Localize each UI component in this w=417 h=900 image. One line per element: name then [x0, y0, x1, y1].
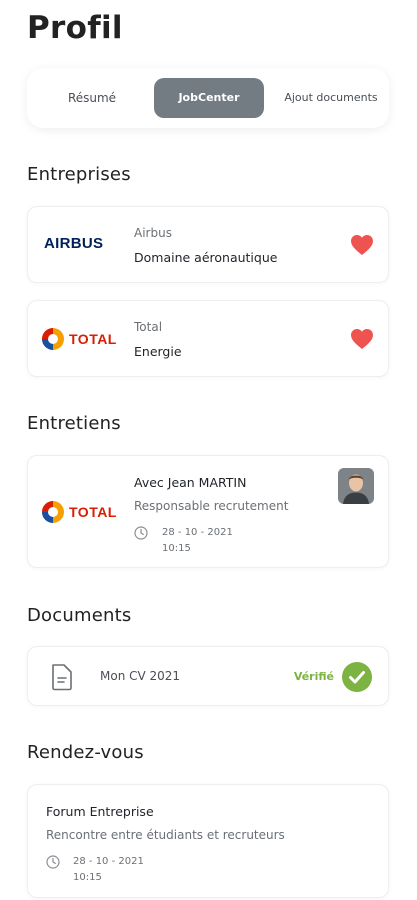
interview-card[interactable]: TOTAL Avec Jean MARTIN Responsable recru… — [27, 455, 389, 568]
total-logo-mark — [42, 328, 64, 350]
company-card-airbus[interactable]: AIRBUS Airbus Domaine aéronautique — [27, 206, 389, 283]
check-icon — [342, 662, 372, 692]
section-title-interviews: Entretiens — [27, 413, 121, 434]
document-icon — [52, 664, 72, 691]
page-title: Profil — [27, 10, 123, 46]
total-logo: TOTAL — [40, 499, 117, 525]
tab-jobcenter[interactable]: JobCenter — [154, 78, 264, 118]
total-logo-text: TOTAL — [69, 504, 117, 520]
interview-role: Responsable recrutement — [134, 499, 289, 513]
section-title-appointments: Rendez-vous — [27, 742, 144, 763]
avatar[interactable] — [338, 468, 374, 504]
document-status: Vérifié — [293, 670, 334, 683]
company-card-total[interactable]: TOTAL Total Energie — [27, 300, 389, 377]
company-domain: Energie — [134, 344, 182, 359]
interview-with: Avec Jean MARTIN — [134, 475, 247, 490]
total-logo: TOTAL — [40, 326, 117, 352]
company-name: Airbus — [134, 226, 172, 240]
appointment-description: Rencontre entre étudiants et recruteurs — [46, 828, 285, 842]
heart-icon[interactable] — [350, 328, 374, 350]
clock-icon — [134, 526, 148, 540]
appointment-title: Forum Entreprise — [46, 804, 154, 819]
appointment-date: 28 - 10 - 2021 — [73, 856, 144, 867]
section-title-documents: Documents — [27, 605, 132, 626]
tab-resume[interactable]: Résumé — [41, 78, 143, 118]
appointment-time: 10:15 — [73, 872, 102, 883]
tab-ajout-documents[interactable]: Ajout documents — [275, 78, 387, 118]
document-name: Mon CV 2021 — [100, 669, 181, 683]
total-logo-mark — [42, 501, 64, 523]
tab-bar: Résumé JobCenter Ajout documents — [27, 68, 389, 128]
company-name: Total — [134, 320, 163, 334]
interview-date: 28 - 10 - 2021 — [162, 527, 233, 538]
heart-icon[interactable] — [350, 234, 374, 256]
clock-icon — [46, 855, 60, 869]
appointment-card[interactable]: Forum Entreprise Rencontre entre étudian… — [27, 784, 389, 898]
interview-time: 10:15 — [162, 543, 191, 554]
section-title-companies: Entreprises — [27, 164, 131, 185]
company-domain: Domaine aéronautique — [134, 250, 278, 265]
document-card[interactable]: Mon CV 2021 Vérifié — [27, 646, 389, 706]
airbus-logo: AIRBUS — [44, 235, 104, 252]
total-logo-text: TOTAL — [69, 331, 117, 347]
